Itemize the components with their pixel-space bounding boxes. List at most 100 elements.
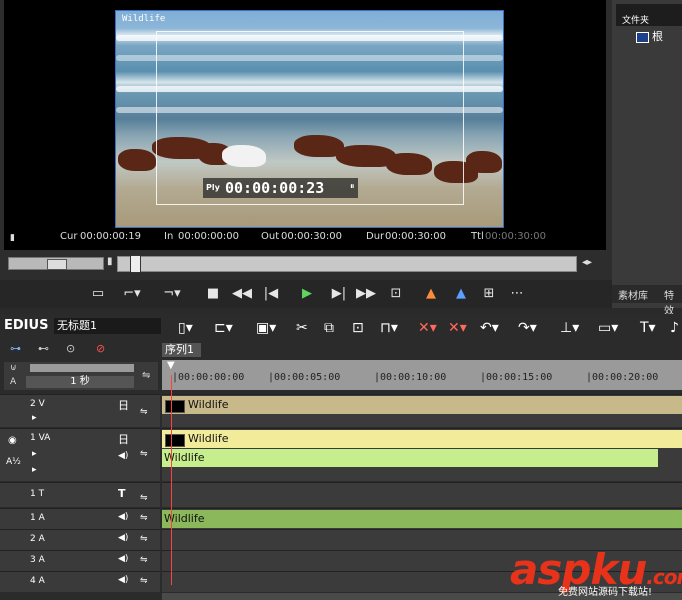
expand-arrow-icon[interactable]: ▸ [32,413,37,423]
copy-icon[interactable]: ⧉ [324,318,334,338]
speaker-icon[interactable]: ◀) [118,575,128,585]
speaker-icon[interactable]: ◀) [118,512,128,522]
ruler-label: |00:00:20:00 [586,372,659,383]
lane-2v[interactable]: Wildlife [162,394,682,427]
link-icon[interactable]: ⇋ [140,449,148,459]
open-icon[interactable]: ⊏▾ [214,318,233,338]
export-icon[interactable]: ⊞ [478,283,500,305]
tab-library[interactable]: 素材库 [618,287,648,302]
ripple-delete-icon[interactable]: ✕▾ [448,318,467,338]
undo-icon[interactable]: ↶▾ [480,318,499,338]
mode-icon-2[interactable]: ⊷ [38,342,49,355]
paste-icon[interactable]: ⊡ [352,318,364,338]
link-icon[interactable]: ⇋ [140,576,148,586]
loop-icon[interactable]: ◂▸ [582,257,592,268]
mode-icon-1[interactable]: ⊶ [10,342,21,355]
folder-label: 文件夹 [622,16,650,26]
ripple-icon[interactable]: ⇋ [142,370,150,381]
timecode-mode-label: Ply [206,183,220,192]
pause-indicator-icon: ⏸ [350,182,355,192]
expand-arrow-icon[interactable]: ▸ [32,465,37,475]
mark-in-icon[interactable]: ⌐▾ [120,283,144,305]
cut-icon[interactable]: ✂ [296,318,308,338]
clip-1a[interactable]: Wildlife [162,510,682,528]
mark-out-icon[interactable]: ¬▾ [160,283,184,305]
record-icon[interactable]: ◉ [8,435,17,446]
new-icon[interactable]: ▯▾ [178,318,193,338]
track-name: 2 V [30,399,45,409]
position-bar[interactable] [117,255,577,273]
lane-1t[interactable] [162,482,682,507]
rewind-icon[interactable]: ◀◀ [230,283,254,305]
track-header-1t[interactable]: 1 T T ⇋ [0,482,160,507]
fast-forward-icon[interactable]: ▶▶ [354,283,378,305]
track-header-2a[interactable]: 2 A ◀) ⇋ [0,529,160,550]
ruler-label: |00:00:00:00 [172,372,245,383]
track-header-3a[interactable]: 3 A ◀) ⇋ [0,550,160,571]
expand-arrow-icon[interactable]: ▸ [32,449,37,459]
title-icon[interactable]: T▾ [640,318,656,338]
ttl-label: Ttl [471,231,484,242]
link-icon[interactable]: ⇋ [140,493,148,503]
clip-2v[interactable]: Wildlife [162,396,682,414]
tab-sequence[interactable]: 序列1 [162,343,201,357]
redo-icon[interactable]: ↷▾ [518,318,537,338]
track-header-1a[interactable]: 1 A ◀) ⇋ [0,508,160,529]
add-transition-icon[interactable]: ⊥▾ [560,318,579,338]
speaker-icon[interactable]: ◀) [118,554,128,564]
clip-1va-video[interactable]: Wildlife [162,430,682,448]
link-icon[interactable]: ⇋ [140,407,148,417]
track-header-4a[interactable]: 4 A ◀) ⇋ [0,571,160,592]
clip-label: Wildlife [188,432,229,445]
marker-tool-icon[interactable]: ▭▾ [598,318,618,338]
in-label: In [164,231,174,242]
mode-icon-3[interactable]: ⊙ [66,342,75,355]
tab-effects[interactable]: 特效 [664,287,682,317]
track-name: 1 VA [30,433,51,443]
speaker-icon[interactable]: ◀) [118,451,128,461]
sync-lock-icon[interactable]: ⊍ [10,363,17,373]
track-header-2v[interactable]: 2 V 日 ⇋ ▸ [0,394,160,427]
playhead-marker-icon[interactable]: ▼ [167,360,175,371]
zoom-dropdown[interactable]: 1 秒 [26,376,134,388]
settings-icon[interactable]: ⋯ [506,283,528,305]
overwrite-icon[interactable]: ▲ [420,283,442,305]
lane-1a[interactable]: Wildlife [162,508,682,529]
video-toggle-icon[interactable]: 日 [118,431,129,447]
title-track-icon[interactable]: T [118,487,126,500]
mic-icon[interactable]: ♪ [670,318,679,338]
project-name: 无标题1 [54,318,161,334]
stop-icon[interactable]: ■ [204,283,222,305]
position-slider-handle[interactable] [130,255,141,273]
zoom-value: 1 秒 [70,376,90,387]
shuttle-slider[interactable] [8,257,104,270]
loop-play-icon[interactable]: ⊡ [386,283,406,305]
step-forward-icon[interactable]: ▶| [328,283,350,305]
mode-icon-4[interactable]: ⊘ [96,342,105,355]
lane-1va[interactable]: Wildlife Wildlife [162,428,682,481]
ruler-label: |00:00:05:00 [268,372,341,383]
link-icon[interactable]: ⇋ [140,555,148,565]
folder-icon [636,31,649,43]
time-ruler[interactable]: |00:00:00:00 |00:00:05:00 |00:00:10:00 |… [162,360,682,390]
root-folder[interactable]: 根 [636,28,663,44]
preview-monitor: Wildlife Ply 00:00:00:23 ⏸ ▮ [4,0,606,250]
track-header-1va[interactable]: ◉ 1 VA 日 ▸ ◀) ⇋ A½ ▸ [0,428,160,481]
save-icon[interactable]: ▣▾ [256,318,276,338]
replace-icon[interactable]: ⊓▾ [380,318,398,338]
root-folder-label: 根 [652,30,663,43]
shuttle-knob[interactable] [47,259,67,270]
link-icon[interactable]: ⇋ [140,513,148,523]
insert-icon[interactable]: ▲ [450,283,472,305]
step-back-icon[interactable]: |◀ [260,283,282,305]
link-icon[interactable]: ⇋ [140,534,148,544]
speaker-icon[interactable]: ◀) [118,533,128,543]
delete-icon[interactable]: ✕▾ [418,318,437,338]
play-icon[interactable]: ▶ [296,283,318,305]
track-name: 3 A [30,555,45,565]
clip-1va-audio[interactable]: Wildlife [162,449,658,467]
video-toggle-icon[interactable]: 日 [118,397,129,413]
set-in-out-icon[interactable]: ▭ [88,283,108,305]
in-value: 00:00:00:00 [178,231,240,242]
zoom-slider[interactable] [30,364,134,372]
